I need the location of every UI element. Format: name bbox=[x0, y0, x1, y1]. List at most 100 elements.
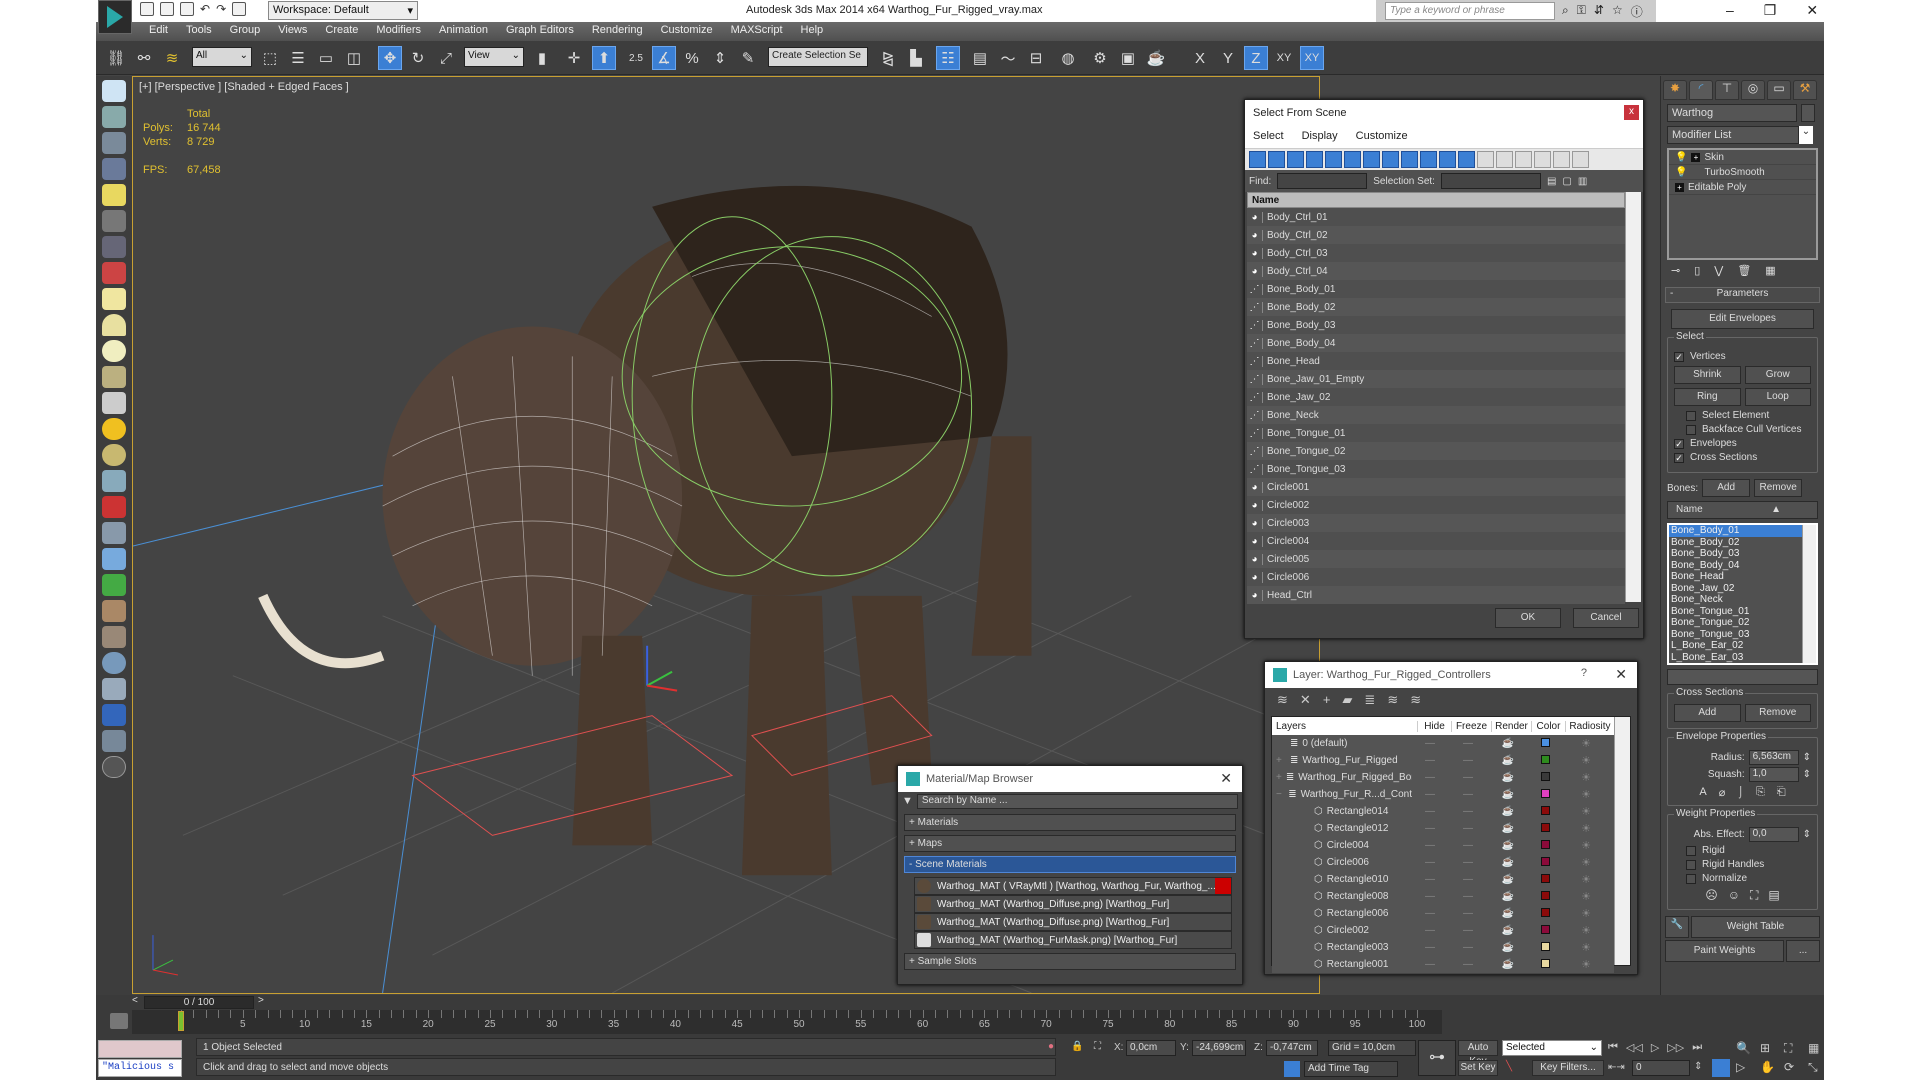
chevron-down-icon[interactable]: ⌄ bbox=[1799, 126, 1813, 144]
abs-effect-spinner[interactable]: 0,0 bbox=[1748, 827, 1799, 842]
column-layers[interactable]: Layers bbox=[1272, 720, 1418, 732]
select-excluded-icon[interactable]: ⛶ bbox=[1750, 888, 1758, 903]
help-circle-icon[interactable] bbox=[102, 756, 126, 778]
panel-icon[interactable] bbox=[102, 132, 126, 154]
axis-constraint-xy[interactable]: XY bbox=[1272, 46, 1296, 70]
scene-list-item[interactable]: ⋰ Bone_Body_02 bbox=[1247, 298, 1625, 316]
set-key-button[interactable]: Set Key bbox=[1458, 1060, 1498, 1076]
go-to-end-icon[interactable]: ⏭ bbox=[1692, 1041, 1702, 1054]
selection-icon[interactable] bbox=[102, 704, 126, 726]
remove-cross-section-button[interactable]: Remove bbox=[1744, 704, 1811, 722]
camera-target-icon[interactable] bbox=[102, 236, 126, 258]
hide-toggle[interactable]: — bbox=[1412, 874, 1448, 885]
exchange-icon[interactable]: ⇵ bbox=[1594, 3, 1604, 20]
options-dropdown-icon[interactable]: ▼ bbox=[902, 795, 913, 807]
hide-all-layers-icon[interactable]: ≋ bbox=[1387, 692, 1398, 708]
bone-list-item[interactable]: Bone_Tongue_03 bbox=[1669, 629, 1802, 641]
freeze-toggle[interactable]: — bbox=[1448, 755, 1488, 766]
menu-customize[interactable]: Customize bbox=[652, 22, 722, 41]
dome-icon[interactable] bbox=[102, 314, 126, 336]
render-teapot-icon[interactable]: ☕ bbox=[1488, 840, 1528, 851]
zoom-extents-all-icon[interactable]: ▦ bbox=[1808, 1041, 1824, 1056]
zoom-all-icon[interactable]: ⊞ bbox=[1760, 1041, 1778, 1056]
select-and-move-icon[interactable]: ✥ bbox=[378, 46, 402, 70]
material-editor-icon[interactable]: ◍ bbox=[1056, 46, 1080, 70]
hide-toggle[interactable]: — bbox=[1412, 738, 1448, 749]
default-in-out-tangents-icon[interactable]: ╲ bbox=[1506, 1061, 1512, 1072]
zoom-extents-icon[interactable]: ⛶ bbox=[1784, 1041, 1802, 1056]
manipulate-icon[interactable]: ✛ bbox=[562, 46, 586, 70]
create-layer-icon[interactable]: ≋ bbox=[1277, 692, 1288, 708]
snaps-toggle-icon[interactable]: 2.5 bbox=[624, 46, 648, 70]
select-object-icon[interactable]: ⬚ bbox=[258, 46, 282, 70]
scene-list-item[interactable]: ⋰ Bone_Head bbox=[1247, 352, 1625, 370]
hair-fur-icon[interactable] bbox=[102, 600, 126, 622]
bone-name-field[interactable] bbox=[1667, 669, 1818, 685]
display-tab-icon[interactable]: ▭ bbox=[1767, 80, 1791, 100]
display-shapes-icon[interactable] bbox=[1268, 151, 1285, 168]
close-button[interactable]: ✕ bbox=[1806, 2, 1818, 19]
layer-color-swatch[interactable] bbox=[1540, 805, 1550, 815]
next-key-icon[interactable]: ▷▷ bbox=[1667, 1041, 1684, 1054]
scene-list-item[interactable]: ◕ Circle002 bbox=[1247, 496, 1625, 514]
lightbulb-icon[interactable]: 💡 bbox=[1675, 167, 1687, 178]
select-invert-icon[interactable]: ▥ bbox=[1578, 176, 1587, 187]
disc-icon[interactable] bbox=[102, 444, 126, 466]
menu-help[interactable]: Help bbox=[792, 22, 833, 41]
key-filters-button[interactable]: Key Filters... bbox=[1532, 1060, 1604, 1076]
hide-toggle[interactable]: — bbox=[1412, 857, 1448, 868]
layer-row[interactable]: ⬡ Rectangle008— — ☕ ☀ bbox=[1272, 888, 1614, 905]
display-all-icon[interactable] bbox=[1477, 151, 1494, 168]
binoculars-icon[interactable]: ⌕ bbox=[1562, 3, 1569, 20]
particles-icon[interactable] bbox=[102, 470, 126, 492]
named-selection-set-dropdown[interactable]: Create Selection Se bbox=[768, 47, 868, 67]
menu-edit[interactable]: Edit bbox=[140, 22, 177, 41]
render-teapot-icon[interactable]: ☕ bbox=[1488, 942, 1528, 953]
spinner-arrows-icon[interactable]: ⇕ bbox=[1803, 752, 1811, 763]
loop-button[interactable]: Loop bbox=[1744, 388, 1811, 406]
motion-tab-icon[interactable]: ◎ bbox=[1741, 80, 1765, 100]
camera-icon[interactable] bbox=[102, 210, 126, 232]
absolute-icon[interactable]: A bbox=[1699, 786, 1706, 799]
layer-row[interactable]: + ≣ Warthog_Fur_Rigged_Bor — — ☕ ☀ bbox=[1272, 769, 1614, 786]
help-icon[interactable]: ⓘ bbox=[1631, 3, 1643, 20]
radius-spinner[interactable]: 6,563cm bbox=[1748, 750, 1799, 765]
selection-set-dropdown[interactable] bbox=[1440, 173, 1541, 189]
spinner-arrows-icon[interactable]: ⇕ bbox=[1694, 1061, 1702, 1072]
bone-list-item[interactable]: Bone_Head bbox=[1669, 571, 1802, 583]
track-bar[interactable]: 5 10 15 20 25 30 35 40 45 50 55 60 65 70 75 80 85 90 95 100 bbox=[132, 1010, 1442, 1034]
time-slider[interactable]: < 0 / 100 > bbox=[132, 995, 1320, 1009]
columns-icon[interactable] bbox=[1572, 151, 1589, 168]
app-menu-button[interactable] bbox=[98, 0, 132, 34]
radiosity-icon[interactable]: ☀ bbox=[1562, 822, 1610, 835]
render-teapot-icon[interactable]: ☕ bbox=[1488, 772, 1528, 783]
radiosity-icon[interactable]: ☀ bbox=[1562, 941, 1610, 954]
vertices-checkbox[interactable]: ✓ Vertices bbox=[1674, 351, 1811, 362]
wrench-icon[interactable]: 🔧 bbox=[1665, 916, 1689, 938]
angle-snap-icon[interactable]: ∡ bbox=[652, 46, 676, 70]
spinner-arrows-icon[interactable]: ⇕ bbox=[1803, 829, 1811, 840]
radiosity-icon[interactable]: ☀ bbox=[1562, 873, 1610, 886]
display-invert-icon[interactable] bbox=[1515, 151, 1532, 168]
fluid-icon[interactable] bbox=[102, 548, 126, 570]
add-time-tag-button[interactable]: Add Time Tag bbox=[1304, 1061, 1398, 1077]
camera-free-icon[interactable] bbox=[102, 262, 126, 284]
maximize-viewport-icon[interactable]: ⤡ bbox=[1808, 1060, 1824, 1075]
time-slider-thumb[interactable]: 0 / 100 bbox=[144, 996, 254, 1009]
hide-toggle[interactable]: — bbox=[1412, 789, 1448, 800]
scene-list-item[interactable]: ⋰ Bone_Neck bbox=[1247, 406, 1625, 424]
layer-color-swatch[interactable] bbox=[1540, 958, 1550, 968]
scene-list-item[interactable]: ◕ Body_Ctrl_04 bbox=[1247, 262, 1625, 280]
y-coordinate-field[interactable]: -24,699cm bbox=[1192, 1040, 1246, 1056]
layer-row[interactable]: ⬡ Rectangle003— — ☕ ☀ bbox=[1272, 939, 1614, 956]
unlink-icon[interactable]: ⚯ bbox=[132, 46, 156, 70]
auto-key-button[interactable]: Auto Key bbox=[1458, 1040, 1498, 1067]
scene-list-item[interactable]: ⋰ Bone_Body_04 bbox=[1247, 334, 1625, 352]
display-spacewarps-icon[interactable] bbox=[1344, 151, 1361, 168]
scene-list-item[interactable]: ⋰ Bone_Jaw_02 bbox=[1247, 388, 1625, 406]
menu-tools[interactable]: Tools bbox=[177, 22, 221, 41]
bone-list-item[interactable]: L_Bone_Ear_03 bbox=[1669, 652, 1802, 664]
scene-list-item[interactable]: ◕ Head_Ctrl bbox=[1247, 586, 1625, 604]
freeze-toggle[interactable]: — bbox=[1448, 772, 1488, 783]
expand-toggle-icon[interactable]: + bbox=[1276, 772, 1282, 783]
